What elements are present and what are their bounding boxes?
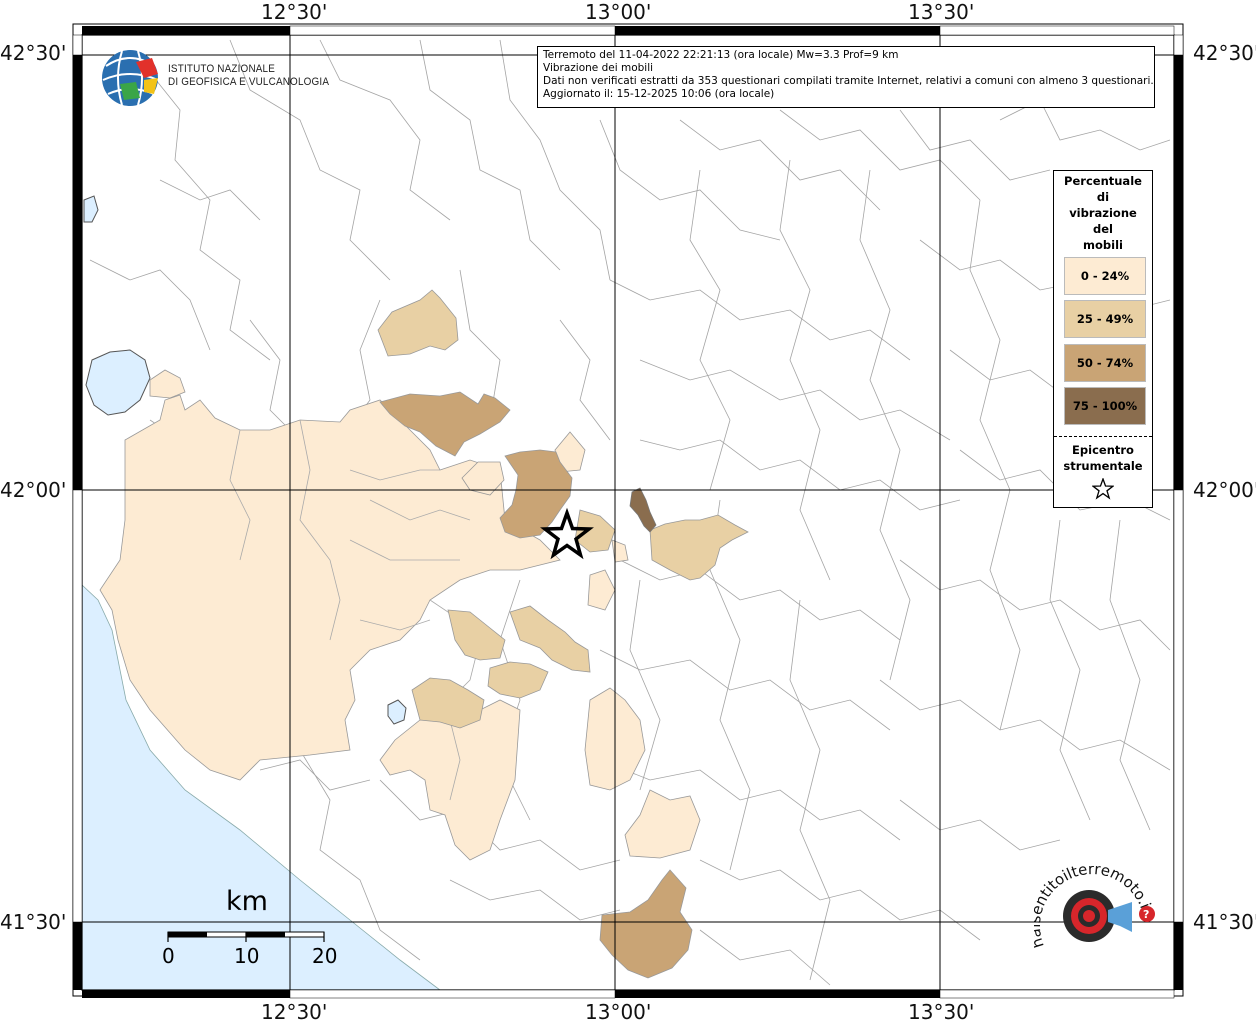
legend-swatch-75-100: 75 - 100%: [1064, 387, 1146, 425]
scale-label-0: 0: [162, 944, 175, 968]
bottom-tick-3: 13°30': [908, 1000, 975, 1024]
legend-swatch-0-24: 0 - 24%: [1064, 257, 1146, 295]
left-tick-3: 41°30': [0, 910, 67, 934]
legend-title-line: mobili: [1083, 238, 1123, 252]
haisentito-logo: haisentitoilterremoto.it ?: [1034, 866, 1156, 950]
legend-title-line: del: [1093, 222, 1113, 236]
event-info-box: Terremoto del 11-04-2022 22:21:13 (ora l…: [537, 46, 1155, 108]
right-tick-3: 41°30': [1193, 910, 1256, 934]
left-tick-2: 42°00': [0, 478, 67, 502]
legend-title-line: Percentuale: [1064, 174, 1142, 188]
legend-swatch-25-49: 25 - 49%: [1064, 300, 1146, 338]
left-tick-1: 42°30': [0, 41, 67, 65]
top-tick-3: 13°30': [908, 0, 975, 24]
scale-label-10: 10: [234, 944, 260, 968]
epicenter-legend-label: Epicentro strumentale: [1054, 442, 1152, 474]
scale-label-20: 20: [312, 944, 338, 968]
top-tick-1: 12°30': [261, 0, 328, 24]
epicenter-label-line: strumentale: [1063, 459, 1143, 473]
updated-timestamp: Aggiornato il: 15-12-2025 10:06 (ora loc…: [543, 88, 775, 100]
map-subject: Vibrazione dei mobili: [543, 62, 654, 74]
legend-title: Percentuale di vibrazione del mobili: [1054, 171, 1152, 253]
legend: Percentuale di vibrazione del mobili 0 -…: [1053, 170, 1153, 508]
ingv-globe-icon: [102, 50, 159, 106]
institute-line-2: DI GEOFISICA E VULCANOLOGIA: [168, 76, 330, 88]
event-title: Terremoto del 11-04-2022 22:21:13 (ora l…: [543, 49, 899, 61]
scale-unit: km: [226, 886, 268, 917]
right-tick-2: 42°00': [1193, 478, 1256, 502]
legend-divider: [1054, 436, 1152, 437]
bottom-tick-2: 13°00': [585, 1000, 652, 1024]
top-tick-2: 13°00': [585, 0, 652, 24]
legend-title-line: di: [1096, 190, 1110, 204]
right-tick-1: 42°30': [1193, 41, 1256, 65]
institute-line-1: ISTITUTO NAZIONALE: [168, 63, 276, 75]
epicenter-star-icon: [1092, 478, 1114, 500]
institute-name: ISTITUTO NAZIONALE DI GEOFISICA E VULCAN…: [168, 63, 329, 89]
legend-title-line: vibrazione: [1069, 206, 1137, 220]
data-note: Dati non verificati estratti da 353 ques…: [543, 75, 1154, 87]
svg-text:?: ?: [1143, 908, 1149, 921]
bottom-tick-1: 12°30': [261, 1000, 328, 1024]
epicenter-label-line: Epicentro: [1072, 443, 1134, 457]
legend-swatch-50-74: 50 - 74%: [1064, 344, 1146, 382]
